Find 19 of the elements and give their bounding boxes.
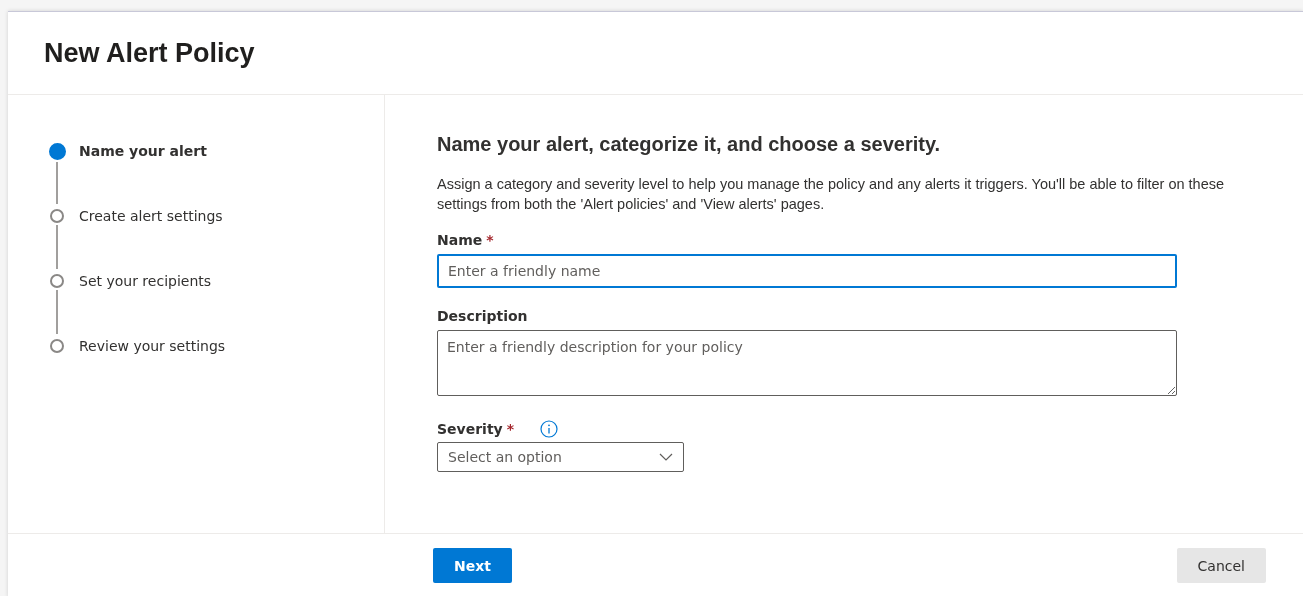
required-asterisk: *	[486, 232, 494, 248]
required-asterisk: *	[506, 421, 515, 437]
section-heading: Name your alert, categorize it, and choose a severity.	[437, 133, 942, 156]
field-label: Severity	[437, 421, 503, 437]
field-label: Description	[437, 308, 528, 324]
severity-dropdown[interactable]: Select an option	[437, 442, 684, 472]
step-label[interactable]: Create alert settings	[79, 206, 223, 271]
next-button[interactable]: Next	[433, 548, 512, 583]
chevron-down-icon	[659, 453, 673, 461]
step-label[interactable]: Set your recipients	[79, 271, 212, 336]
intro-text: Assign a category and severity level to help you manage the policy and any alerts it triggers. You'll be able to filter on these settings from both the 'Alert policies' and 'View alerts' pages.	[437, 175, 1226, 214]
info-icon[interactable]	[540, 420, 559, 438]
step-label[interactable]: Review your settings	[79, 336, 226, 401]
cancel-button[interactable]: Cancel	[1176, 548, 1266, 583]
field-label: Name	[437, 232, 483, 248]
panel-title: New Alert Policy	[44, 37, 255, 69]
description-text-area[interactable]: Enter a friendly description for your policy	[437, 330, 1177, 396]
step-label[interactable]: Name your alert	[79, 141, 207, 206]
name-input-field[interactable]: Enter a friendly name	[437, 254, 1177, 288]
